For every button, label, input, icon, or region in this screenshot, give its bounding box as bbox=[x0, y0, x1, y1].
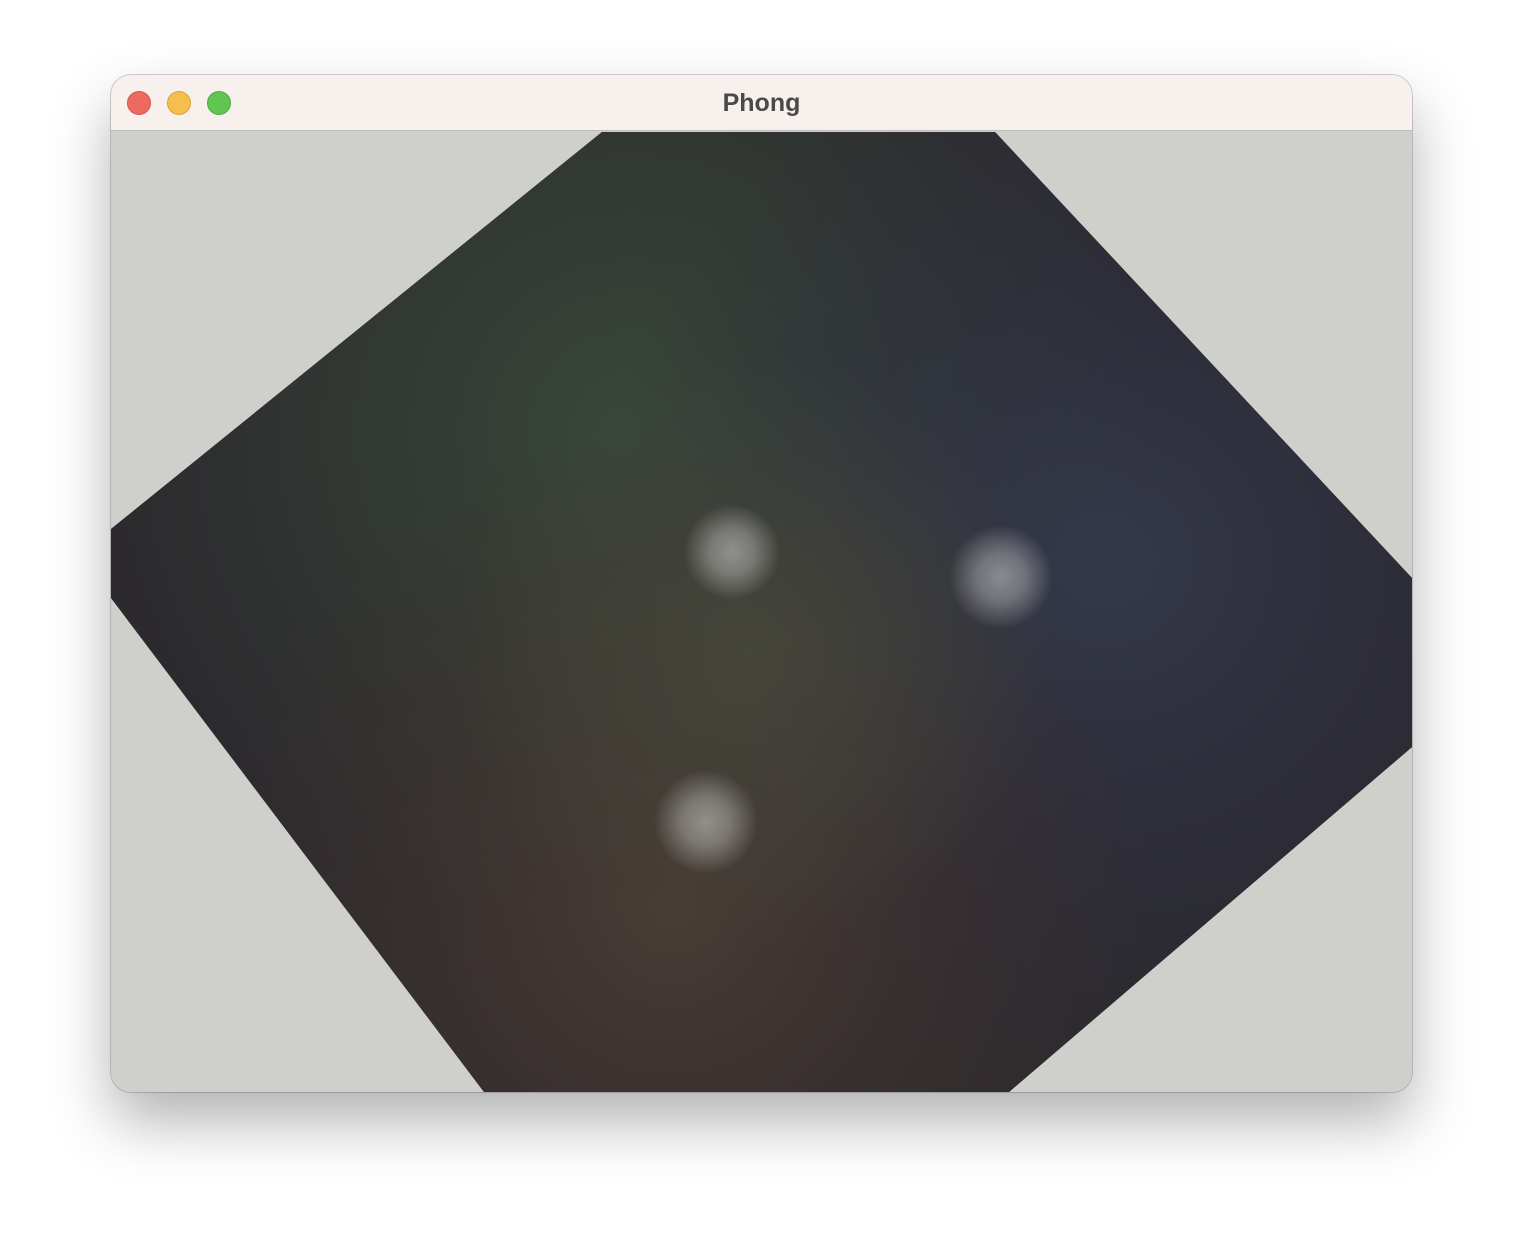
title-bar[interactable]: Phong bbox=[111, 75, 1412, 131]
render-canvas[interactable] bbox=[111, 132, 1412, 1092]
window-title: Phong bbox=[722, 89, 801, 117]
phong-render bbox=[111, 132, 1412, 1092]
specular-highlight-red bbox=[654, 770, 758, 874]
specular-highlight-blue bbox=[949, 525, 1053, 629]
app-window: Phong bbox=[111, 75, 1412, 1092]
specular-highlight-green bbox=[684, 504, 780, 600]
